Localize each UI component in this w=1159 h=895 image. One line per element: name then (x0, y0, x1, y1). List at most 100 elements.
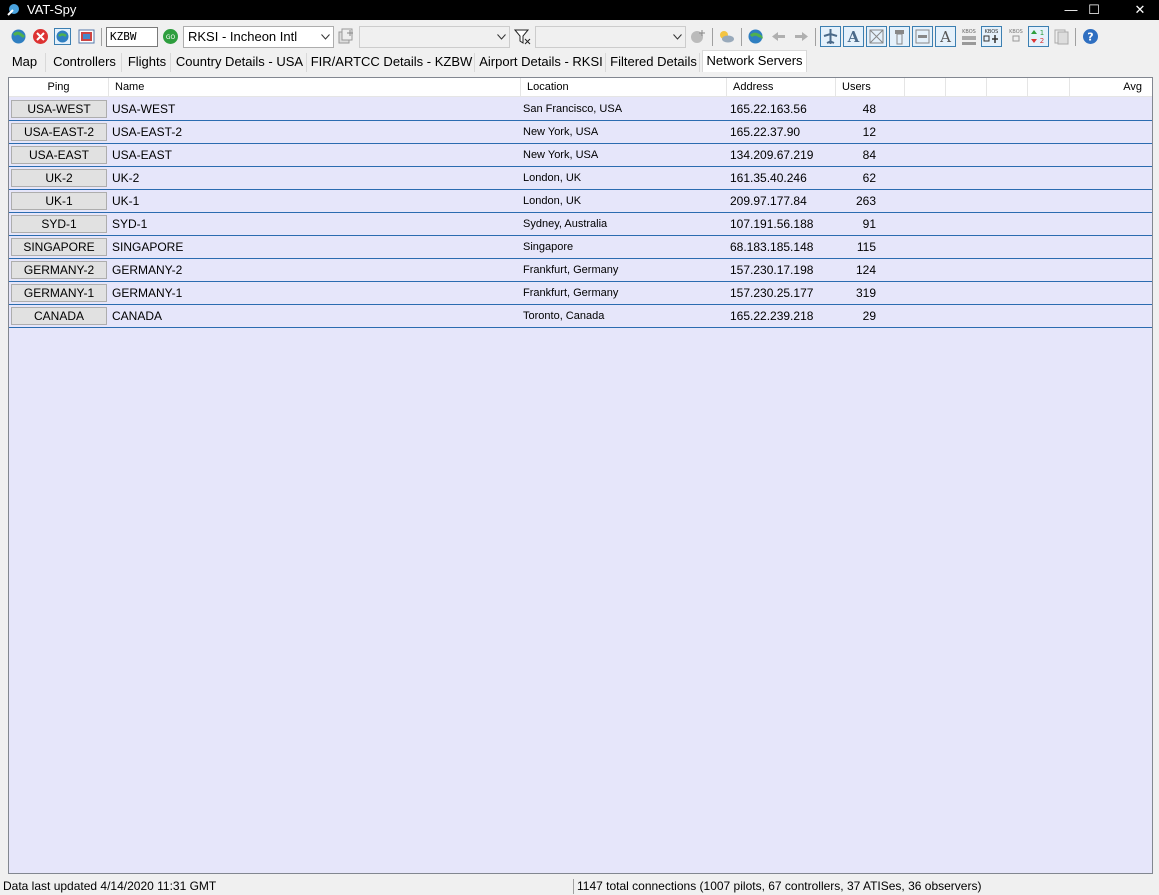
table-row[interactable]: USA-WEST USA-WEST San Francisco, USA 165.22… (9, 98, 1152, 121)
table-row[interactable]: UK-2 UK-2 London, UK 161.35.40.246 62 (9, 167, 1152, 190)
table-row[interactable]: GERMANY-2 GERMANY-2 Frankfurt, Germany 157.… (9, 259, 1152, 282)
disconnect-icon[interactable] (32, 28, 49, 45)
svg-text:?: ? (1087, 31, 1093, 44)
ping-button[interactable]: GERMANY-2 (11, 261, 107, 279)
show-airports-toggle[interactable] (866, 26, 887, 47)
column-header-users[interactable]: Users (836, 78, 905, 97)
back-arrow-icon[interactable] (770, 28, 787, 45)
server-name: SYD-1 (112, 217, 148, 231)
server-address: 165.22.163.56 (730, 102, 807, 116)
server-location: Singapore (523, 241, 574, 253)
column-header-ping[interactable]: Ping (9, 78, 109, 97)
refresh-globe-icon[interactable] (10, 28, 27, 45)
kbos-label-icon[interactable]: KBOS (959, 27, 979, 47)
table-row[interactable]: USA-EAST-2 USA-EAST-2 New York, USA 165.22.… (9, 121, 1152, 144)
settings-icon[interactable] (78, 28, 95, 45)
close-button[interactable]: ✕ (1117, 0, 1159, 20)
tower-icon (895, 30, 904, 45)
grid-header: Ping Name Location Address Users Avg (9, 78, 1152, 97)
zoom-icon[interactable] (690, 28, 707, 45)
ping-button[interactable]: USA-EAST-2 (11, 123, 107, 141)
column-header-location[interactable]: Location (521, 78, 727, 97)
svg-text:A: A (847, 28, 860, 46)
server-users: 124 (855, 263, 876, 277)
table-row[interactable]: UK-1 UK-1 London, UK 209.97.177.84 263 (9, 190, 1152, 213)
svg-text:A: A (939, 28, 951, 46)
airport-select[interactable]: RKSI - Incheon Intl (183, 26, 334, 48)
weather-icon[interactable] (718, 28, 735, 45)
table-row[interactable]: USA-EAST USA-EAST New York, USA 134.209.67.… (9, 144, 1152, 167)
add-icon[interactable] (338, 28, 355, 45)
tab-fir-artcc-details[interactable]: FIR/ARTCC Details - KZBW (309, 53, 475, 72)
column-header-address[interactable]: Address (727, 78, 836, 97)
vatspy-app-icon (7, 4, 19, 16)
icao-input[interactable]: KZBW (106, 27, 158, 47)
server-address: 209.97.177.84 (730, 194, 807, 208)
ping-button[interactable]: CANADA (11, 307, 107, 325)
tab-map[interactable]: Map (4, 53, 46, 72)
tab-network-servers[interactable]: Network Servers (702, 50, 807, 72)
ping-button[interactable]: GERMANY-1 (11, 284, 107, 302)
runway-icon (915, 29, 930, 44)
kbos-aircraft-toggle[interactable]: KBOS (981, 26, 1002, 47)
column-header-avg[interactable]: Avg (1070, 78, 1152, 97)
server-users: 29 (862, 309, 876, 323)
tab-controllers[interactable]: Controllers (48, 53, 122, 72)
column-header-blank[interactable] (946, 78, 987, 97)
chevron-down-icon (497, 34, 506, 40)
chevron-down-icon (321, 34, 330, 40)
server-address: 165.22.37.90 (730, 125, 801, 139)
ping-button[interactable]: UK-1 (11, 192, 107, 210)
forward-arrow-icon[interactable] (793, 28, 810, 45)
ping-button[interactable]: USA-EAST (11, 146, 107, 164)
ping-button[interactable]: SYD-1 (11, 215, 107, 233)
filter-select-1[interactable] (359, 26, 510, 48)
server-address: 157.230.25.177 (730, 286, 814, 300)
window-title: VAT-Spy (27, 2, 77, 17)
ping-button[interactable]: UK-2 (11, 169, 107, 187)
connect-icon[interactable] (54, 28, 71, 45)
tab-airport-details[interactable]: Airport Details - RKSI (477, 53, 606, 72)
column-header-name[interactable]: Name (109, 78, 521, 97)
show-aircraft-toggle[interactable] (820, 26, 841, 47)
ping-button[interactable]: USA-WEST (11, 100, 107, 118)
filter-icon[interactable] (514, 28, 531, 45)
server-location: San Francisco, USA (523, 103, 623, 115)
show-towers-toggle[interactable] (889, 26, 910, 47)
column-header-blank[interactable] (987, 78, 1028, 97)
table-row[interactable]: SINGAPORE SINGAPORE Singapore 68.183.185.14… (9, 236, 1152, 259)
title-bar: VAT-Spy — ☐ ✕ (0, 0, 1159, 20)
table-row[interactable]: CANADA CANADA Toronto, Canada 165.22.239.21… (9, 305, 1152, 328)
server-address: 107.191.56.188 (730, 217, 814, 231)
sort-icon: 12 (1031, 29, 1044, 45)
column-header-blank[interactable] (1028, 78, 1070, 97)
tab-filtered-details[interactable]: Filtered Details (608, 53, 700, 72)
toolbar: KZBW GO RKSI - Incheon Intl A A KBOS KBO… (0, 24, 1159, 50)
go-icon[interactable]: GO (162, 28, 179, 45)
sort-toggle[interactable]: 12 (1028, 26, 1049, 47)
connections-summary: 1147 total connections (1007 pilots, 67 … (577, 879, 982, 893)
copy-icon[interactable] (1053, 28, 1070, 45)
svg-text:KBOS: KBOS (985, 29, 999, 35)
filter-select-2[interactable] (535, 26, 686, 48)
show-fir-labels-toggle[interactable]: A (935, 26, 956, 47)
airport-icon (869, 29, 884, 44)
help-icon[interactable]: ? (1082, 28, 1099, 45)
status-bar: Data last updated 4/14/2020 11:31 GMT 11… (0, 877, 1159, 895)
svg-text:GO: GO (166, 34, 176, 41)
server-location: Sydney, Australia (523, 218, 608, 230)
kbos-small-icon[interactable]: KBOS (1006, 27, 1026, 47)
ping-button[interactable]: SINGAPORE (11, 238, 107, 256)
server-address: 157.230.17.198 (730, 263, 814, 277)
column-header-blank[interactable] (905, 78, 946, 97)
maximize-button[interactable]: ☐ (1071, 0, 1117, 20)
show-runways-toggle[interactable] (912, 26, 933, 47)
table-row[interactable]: SYD-1 SYD-1 Sydney, Australia 107.191.56.18… (9, 213, 1152, 236)
show-labels-toggle[interactable]: A (843, 26, 864, 47)
tab-country-details[interactable]: Country Details - USA (173, 53, 307, 72)
tab-flights[interactable]: Flights (124, 53, 171, 72)
table-row[interactable]: GERMANY-1 GERMANY-1 Frankfurt, Germany 157.… (9, 282, 1152, 305)
svg-text:KBOS: KBOS (1009, 29, 1023, 35)
chevron-down-icon (673, 34, 682, 40)
globe-icon[interactable] (747, 28, 764, 45)
